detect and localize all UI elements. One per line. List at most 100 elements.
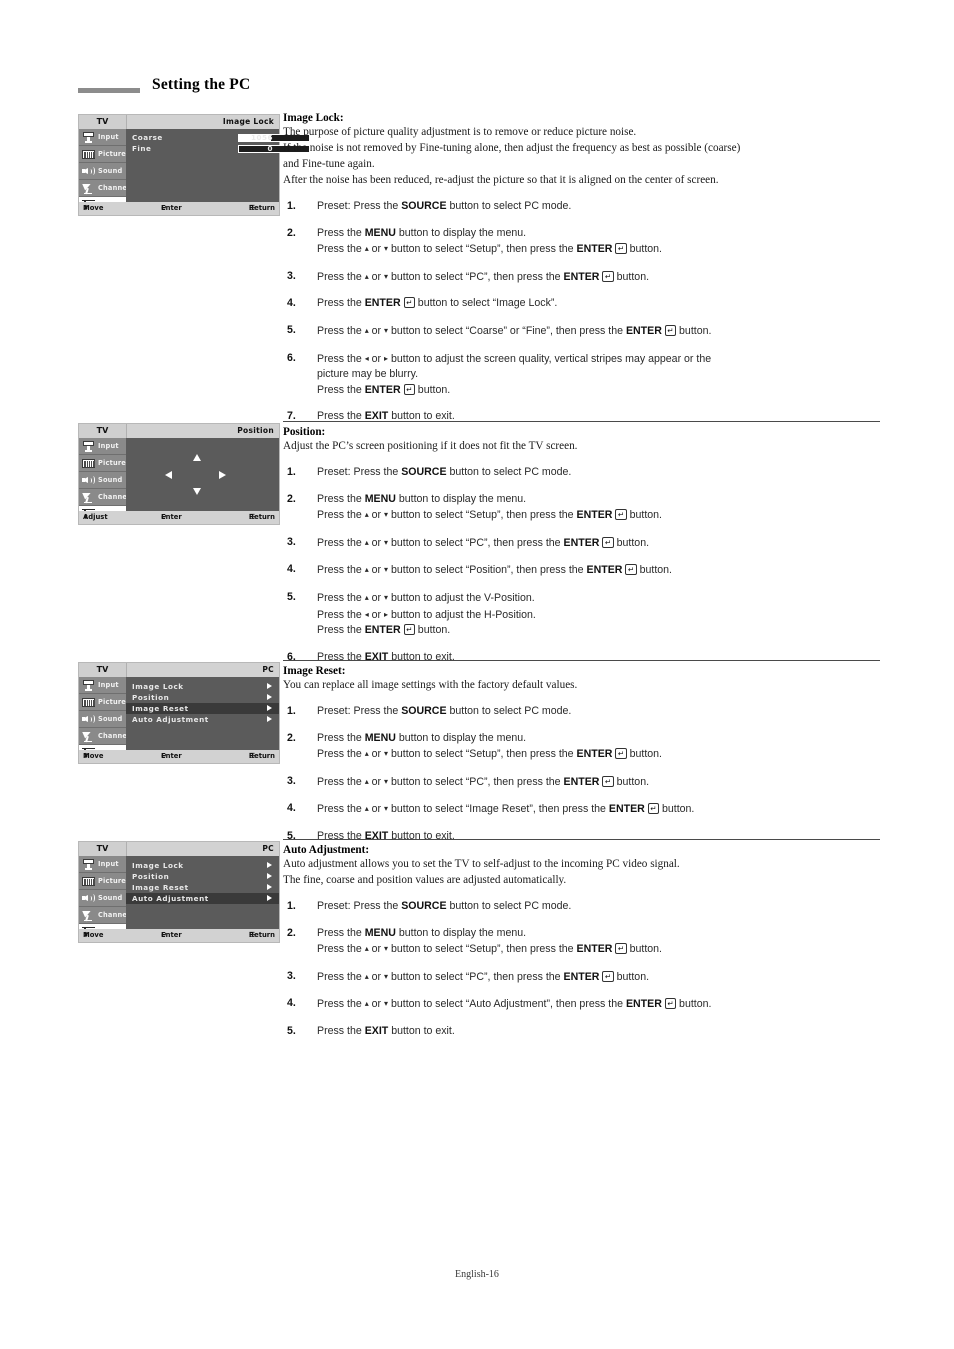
step-item: 1. Preset: Press the SOURCE button to sel…	[283, 199, 883, 215]
osd-content	[126, 438, 279, 511]
step-line: Press the ▴ or ▾ button to select “Auto …	[317, 998, 712, 1011]
chevron-right-icon	[267, 694, 272, 700]
step-list: 1. Preset: Press the SOURCE button to sel…	[283, 199, 883, 425]
sidebar-item-channel[interactable]: Channel	[79, 907, 129, 924]
picture-icon	[82, 876, 95, 886]
sidebar-item-channel[interactable]: Channel	[79, 180, 129, 197]
osd-content: Image Lock Position Image Reset Auto Adjust…	[126, 856, 279, 929]
step-item: 1. Preset: Press the SOURCE button to sel…	[283, 465, 883, 481]
status-return: ☰ Return	[248, 752, 275, 760]
sidebar-item-label: Channel	[98, 911, 130, 919]
chevron-right-icon	[267, 683, 272, 689]
osd-menu-item[interactable]: Auto Adjustment	[126, 893, 279, 904]
step-line: Press the MENU button to display the men…	[317, 492, 527, 505]
sidebar-item-picture[interactable]: Picture	[79, 694, 126, 711]
input-icon	[83, 679, 94, 691]
step-number: 1.	[287, 900, 296, 912]
osd-titlebar: TV PC	[79, 842, 279, 856]
arrow-down-icon[interactable]	[193, 488, 201, 495]
input-icon	[80, 440, 97, 453]
sidebar-item-picture[interactable]: Picture	[79, 873, 126, 890]
step-item: 4. Press the ▴ or ▾ button to select “Aut…	[283, 996, 883, 1013]
document-page: Setting the PC TV Image Lock Input Picture S…	[0, 0, 954, 1349]
step-line: Press the EXIT button to exit.	[317, 650, 455, 663]
step-item: 2. Press the MENU button to display the m…	[283, 492, 883, 524]
osd-menu-label: Auto Adjustment	[132, 894, 209, 903]
channel-icon	[82, 731, 95, 743]
osd-menu-item[interactable]: Position	[126, 871, 279, 882]
step-item: 5. Press the EXIT button to exit.	[283, 1024, 883, 1040]
arrow-up-icon[interactable]	[193, 454, 201, 461]
slider-label: Fine	[132, 144, 152, 153]
sidebar-item-label: Picture	[98, 698, 126, 706]
status-move: ⬍ Adjust	[83, 513, 108, 521]
osd-title: PC	[262, 665, 274, 674]
section-paragraph: The purpose of picture quality adjustmen…	[283, 126, 637, 138]
step-item: 3. Press the ▴ or ▾ button to select “PC”…	[283, 269, 883, 286]
osd-tv-label: TV	[79, 424, 127, 438]
page-footer: English-16	[455, 1269, 499, 1280]
sidebar-item-input[interactable]: Input	[79, 438, 126, 455]
step-line: Press the ▴ or ▾ button to adjust the V-…	[317, 591, 535, 604]
sidebar-item-picture[interactable]: Picture	[79, 146, 126, 163]
osd-menu-item[interactable]: Image Lock	[126, 860, 279, 871]
sidebar-item-sound[interactable]: Sound	[79, 890, 126, 907]
step-number: 3.	[287, 269, 296, 282]
osd-tv-label: TV	[79, 663, 127, 677]
slider-label: Coarse	[132, 133, 163, 142]
osd-menu-item[interactable]: Position	[126, 692, 279, 703]
sidebar-item-channel[interactable]: Channel	[79, 489, 129, 506]
sidebar-item-picture[interactable]: Picture	[79, 455, 126, 472]
slider-value: 0	[267, 144, 273, 153]
step-line: Preset: Press the SOURCE button to selec…	[317, 705, 572, 717]
section-paragraph: If the noise is not removed by Fine-tuni…	[283, 142, 741, 154]
picture-icon	[80, 148, 97, 161]
sidebar-item-label: Channel	[98, 493, 130, 501]
arrow-left-icon[interactable]	[165, 471, 172, 479]
step-line: Press the ▴ or ▾ button to select “PC”, …	[317, 270, 650, 283]
step-item: 3. Press the ▴ or ▾ button to select “PC”…	[283, 774, 883, 791]
section-paragraph: After the noise has been reduced, re-adj…	[283, 174, 719, 186]
status-return: ☰ Return	[248, 513, 275, 521]
section-heading: Position:	[283, 426, 326, 438]
step-line: Press the ENTER ↵ button.	[317, 624, 451, 637]
section-paragraph: You can replace all image settings with …	[283, 679, 578, 691]
step-item: 1. Preset: Press the SOURCE button to sel…	[283, 704, 883, 720]
sound-icon	[80, 474, 97, 487]
arrow-right-icon[interactable]	[219, 471, 226, 479]
osd-menu-item[interactable]: Image Reset	[126, 703, 279, 714]
osd-content: Coarse 1056 Fine 0	[126, 129, 310, 202]
step-list: 1. Preset: Press the SOURCE button to sel…	[283, 704, 883, 845]
sidebar-item-label: Sound	[98, 476, 123, 484]
sidebar-item-input[interactable]: Input	[79, 856, 126, 873]
position-arrow-pad[interactable]	[126, 438, 279, 511]
sidebar-item-sound[interactable]: Sound	[79, 472, 126, 489]
osd-slider-row[interactable]: Fine 0	[130, 143, 310, 154]
chevron-right-icon	[267, 862, 272, 868]
osd-menu-item[interactable]: Auto Adjustment	[126, 714, 279, 725]
step-item: 3. Press the ▴ or ▾ button to select “PC”…	[283, 535, 883, 552]
step-item: 3. Press the ▴ or ▾ button to select “PC”…	[283, 969, 883, 986]
step-line: Press the ▴ or ▾ button to select “Coars…	[317, 324, 712, 337]
sidebar-item-input[interactable]: Input	[79, 677, 126, 694]
osd-panel-image-lock: TVImage LockInputPictureSoundChannelSetu…	[78, 114, 310, 216]
osd-sidebar: InputPictureSoundChannelSetup	[79, 856, 129, 941]
osd-slider-row[interactable]: Coarse 1056	[130, 132, 310, 143]
step-list: 1. Preset: Press the SOURCE button to sel…	[283, 465, 883, 665]
osd-panel-pc-image-reset: TVPCInputPictureSoundChannelSetupImage L…	[78, 662, 280, 764]
sidebar-item-input[interactable]: Input	[79, 129, 126, 146]
sidebar-item-sound[interactable]: Sound	[79, 711, 126, 728]
osd-statusbar: ⬍ Move ↵ Enter ☰ Return	[79, 202, 279, 215]
sidebar-item-channel[interactable]: Channel	[79, 728, 129, 745]
sound-icon	[82, 167, 95, 176]
step-number: 2.	[287, 492, 296, 505]
osd-titlebar: TV Position	[79, 424, 279, 438]
input-icon	[80, 679, 97, 692]
step-line: Press the ▴ or ▾ button to select “Setup…	[317, 243, 662, 256]
step-line: Press the ▴ or ▾ button to select “PC”, …	[317, 775, 650, 788]
osd-menu-item[interactable]: Image Lock	[126, 681, 279, 692]
input-icon	[83, 858, 94, 870]
osd-title: PC	[262, 844, 274, 853]
sidebar-item-sound[interactable]: Sound	[79, 163, 126, 180]
osd-menu-item[interactable]: Image Reset	[126, 882, 279, 893]
